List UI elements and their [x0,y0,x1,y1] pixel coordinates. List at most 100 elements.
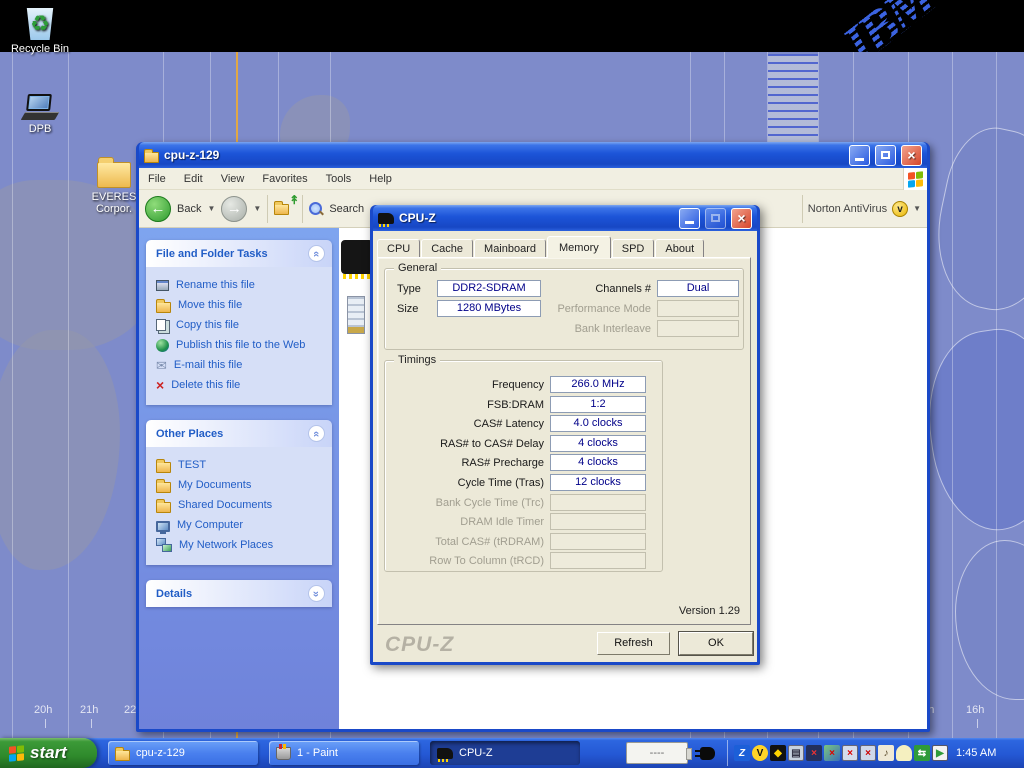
tab-cpu[interactable]: CPU [377,239,420,257]
net-error-icon[interactable]: × [824,745,840,761]
start-button[interactable]: start [0,738,97,768]
chevron-down-icon[interactable]: « [308,585,325,602]
back-dropdown-caret[interactable]: ▼ [207,204,215,213]
tab-mainboard[interactable]: Mainboard [474,239,546,257]
norton-label: Norton AntiVirus [808,203,887,215]
menu-file[interactable]: File [139,173,175,185]
computer-icon [156,521,170,532]
task-email-file[interactable]: ✉ E-mail this file [156,355,328,375]
norton-antivirus-control[interactable]: Norton AntiVirus v ▼ [802,195,921,223]
explorer-sidebar: File and Folder Tasks « Rename this file… [139,228,339,729]
place-my-documents[interactable]: My Documents [156,475,328,495]
bank-cycle-value [550,494,646,511]
minimize-button[interactable] [679,208,700,229]
desktop-icon-dpb[interactable]: DPB [2,84,78,135]
general-groupbox: General Type DDR2-SDRAM Size 1280 MBytes… [384,268,744,350]
update-icon[interactable]: ⇆ [914,745,930,761]
volume-icon[interactable]: ♪ [878,745,894,761]
desktop-icon-recycle-bin[interactable]: ♻ Recycle Bin [2,4,78,55]
maximize-button[interactable] [705,208,726,229]
menu-view[interactable]: View [212,173,254,185]
menu-help[interactable]: Help [360,173,401,185]
chip-icon [437,748,453,759]
other-places-header[interactable]: Other Places « [146,420,332,447]
ram-file-icon[interactable] [347,296,365,334]
size-label: Size [397,303,418,315]
up-folder-button[interactable]: ↟ [274,200,296,217]
chevron-up-icon[interactable]: « [308,245,325,262]
close-button[interactable]: × [731,208,752,229]
menu-tools[interactable]: Tools [317,173,361,185]
place-my-network[interactable]: My Network Places [156,535,328,555]
tab-spd[interactable]: SPD [612,239,655,257]
file-tasks-panel: File and Folder Tasks « Rename this file… [146,240,332,405]
forward-dropdown-caret[interactable]: ▼ [253,204,261,213]
file-tasks-header[interactable]: File and Folder Tasks « [146,240,332,267]
forward-button[interactable]: → [221,196,247,222]
wallpaper-country-outline [923,119,1024,320]
ghost-icon[interactable] [896,745,912,761]
window-title: cpu-z-129 [164,148,844,162]
back-label[interactable]: Back [177,203,201,215]
norton-icon[interactable]: ◆ [770,745,786,761]
removable-flag-icon[interactable]: ▶ [932,745,948,761]
performance-mode-label: Performance Mode [535,303,651,315]
details-header[interactable]: Details « [146,580,332,607]
task-copy-file[interactable]: Copy this file [156,315,328,335]
audio-error-icon[interactable]: × [860,745,876,761]
minimize-button[interactable] [849,145,870,166]
ras-to-cas-value: 4 clocks [550,435,646,452]
explorer-titlebar[interactable]: cpu-z-129 × [139,142,927,168]
taskbar-task-explorer[interactable]: cpu-z-129 [108,741,258,765]
wallpaper-black-band: IBM [0,0,1024,52]
taskbar-task-cpuz[interactable]: CPU-Z [430,741,580,765]
task-label: Delete this file [171,379,240,391]
ok-button[interactable]: OK [679,632,753,655]
wallpaper-country-outline [917,322,1024,538]
task-publish-file[interactable]: Publish this file to the Web [156,335,328,355]
tab-cache[interactable]: Cache [421,239,473,257]
network-icon[interactable]: ▤ [788,745,804,761]
search-icon[interactable] [309,202,323,216]
task-label: E-mail this file [174,359,242,371]
email-icon: ✉ [156,359,167,372]
norton-dropdown-caret[interactable]: ▼ [913,204,921,213]
zonealarm-icon[interactable]: Z [734,745,750,761]
battery-meter[interactable]: ---- [626,742,688,764]
cpuz-titlebar[interactable]: CPU-Z × [373,205,757,231]
chevron-up-icon[interactable]: « [308,425,325,442]
hour-label: 16h [966,704,984,716]
delete-icon: × [156,379,164,392]
folder-icon [97,162,131,188]
place-label: TEST [178,459,206,471]
v-shield-icon[interactable]: V [752,745,768,761]
computer-error-icon[interactable]: × [842,745,858,761]
cpuz-tab-strip: CPU Cache Mainboard Memory SPD About [377,236,705,257]
type-label: Type [397,283,421,295]
task-error-icon[interactable]: × [806,745,822,761]
folder-icon [115,750,130,761]
taskbar-clock[interactable]: 1:45 AM [956,747,996,759]
tab-about[interactable]: About [655,239,704,257]
menu-edit[interactable]: Edit [175,173,212,185]
ibm-logo: IBM [834,0,943,52]
panel-title: Details [156,588,192,600]
search-label[interactable]: Search [329,203,364,215]
place-test[interactable]: TEST [156,455,328,475]
taskbar-task-paint[interactable]: 1 - Paint [269,741,419,765]
maximize-button[interactable] [875,145,896,166]
tab-memory[interactable]: Memory [547,236,611,258]
place-shared-documents[interactable]: Shared Documents [156,495,328,515]
wallpaper-gridline [12,52,13,738]
refresh-button[interactable]: Refresh [597,632,670,655]
bank-cycle-label: Bank Cycle Time (Trc) [389,497,544,509]
back-button[interactable]: ← [145,196,171,222]
task-rename-file[interactable]: Rename this file [156,275,328,295]
menu-favorites[interactable]: Favorites [253,173,316,185]
ac-power-icon[interactable] [700,747,715,760]
close-button[interactable]: × [901,145,922,166]
folder-icon [156,502,171,513]
task-delete-file[interactable]: × Delete this file [156,375,328,395]
task-move-file[interactable]: Move this file [156,295,328,315]
place-my-computer[interactable]: My Computer [156,515,328,535]
